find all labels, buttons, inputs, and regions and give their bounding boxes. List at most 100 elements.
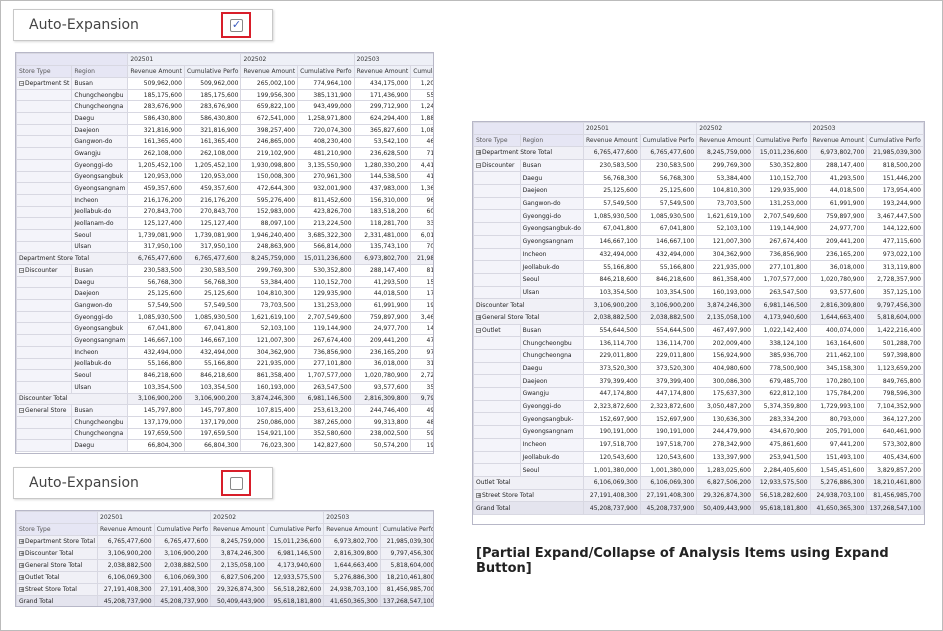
cumulative-header: Cumulative Perfo [266,523,325,536]
auto-expansion-checkbox-highlight[interactable] [221,470,251,496]
expand-toggle-icon[interactable]: − [476,163,481,169]
value-cell: 12,933,575,500 [266,571,325,584]
value-cell: 622,812,100 [752,387,811,401]
value-cell: 288,147,400 [809,158,868,173]
value-cell: 477,115,600 [866,234,924,249]
expand-toggle-icon[interactable]: + [19,563,24,569]
value-cell: 202,009,400 [696,336,754,350]
store-type-cell[interactable]: −Outlet [473,323,521,338]
expand-toggle-icon[interactable]: + [19,539,24,545]
store-type-total-label[interactable]: +Department Store Total [473,146,584,160]
value-cell: 2,323,872,600 [582,399,641,414]
region-cell: Daejeon [519,184,584,198]
data-row: Gwangju 447,174,800 447,174,800 175,637,300… [473,387,924,401]
expand-toggle-icon[interactable]: + [19,587,24,593]
caption: [Partial Expand/Collapse of Analysis Ite… [476,546,889,576]
store-type-total-label[interactable]: Outlet Total [473,475,584,490]
expand-toggle-icon[interactable]: + [476,492,481,498]
store-type-cell[interactable]: −Discounter [473,158,521,173]
value-cell: 486,578,800 [410,415,433,429]
data-row: Gangwon-do 161,365,400 161,365,400 246,865,… [16,135,433,149]
store-type-cell [16,158,73,172]
store-type-total-label[interactable]: Grand Total [473,501,584,515]
expand-toggle-icon[interactable]: + [19,551,24,557]
grand-total-row: Grand Total 45,208,737,900 45,208,737,900 5… [16,595,433,606]
store-type-total-label[interactable]: +Department Store Total [16,535,98,548]
auto-expansion-checkbox-highlight[interactable]: ✓ [221,12,251,38]
store-type-total-label[interactable]: Department Store Total [16,252,129,265]
value-cell: 120,543,600 [582,450,641,465]
expand-toggle-icon[interactable]: − [19,408,24,414]
value-cell: 190,191,000 [582,425,641,439]
value-cell: 846,218,600 [582,272,641,287]
expand-toggle-icon[interactable]: − [476,327,481,333]
value-cell: 29,326,874,300 [696,488,754,503]
region-field[interactable]: Region [519,134,584,147]
value-cell: 849,765,800 [866,374,924,389]
expand-toggle-icon[interactable]: + [19,575,24,581]
data-row: Gyeongsangnam 146,667,100 146,667,100 121,0… [473,234,924,249]
store-type-total-label[interactable]: +Outlet Total [16,571,98,584]
value-cell: 846,218,600 [127,369,185,382]
expand-toggle-icon[interactable]: − [19,267,24,273]
store-type-total-label[interactable]: +General Store Total [473,310,584,325]
value-cell: 679,485,700 [752,374,811,389]
value-cell: 338,124,100 [752,336,811,350]
value-cell: 150,008,300 [240,170,299,184]
value-cell: 244,746,400 [353,404,412,417]
value-cell: 44,018,500 [353,287,412,301]
store-type-total-label[interactable]: +Street Store Total [473,488,584,503]
auto-expansion-label: Auto-Expansion [29,475,139,491]
store-type-total-label[interactable]: Discounter Total [473,298,584,312]
expand-toggle-icon[interactable]: + [476,150,481,156]
data-row: −Outlet Busan 554,644,500 554,644,500 467,49… [473,323,924,338]
value-cell: 57,549,500 [639,196,698,211]
checkbox-checked-icon[interactable]: ✓ [230,19,243,32]
region-cell: Ulsan [71,380,129,394]
checkbox-unchecked-icon[interactable] [230,477,243,490]
store-type-cell [473,450,521,465]
value-cell: 61,991,900 [353,299,412,312]
region-cell: Daejeon [71,287,129,301]
store-type-cell[interactable]: −General Store [16,404,73,417]
region-cell: Gyeongsangbuk- [519,412,584,427]
value-cell: 345,158,300 [809,361,868,376]
store-type-cell[interactable]: −Department St [16,77,73,90]
value-cell: 24,977,700 [809,222,868,236]
value-cell: 2,038,882,500 [582,310,641,325]
store-type-cell [16,170,73,184]
region-field[interactable]: Region [71,65,129,78]
value-cell: 973,022,100 [866,247,924,262]
region-cell: Gyeonggi-do [71,158,129,172]
store-type-total-label[interactable]: +General Store Total [16,559,98,572]
store-type-field[interactable]: Store Type [473,134,521,147]
data-row: Gyeongsangnam 146,667,100 146,667,100 121,0… [16,334,433,347]
value-cell: 216,176,200 [127,193,185,207]
store-type-field[interactable]: Store Type [16,523,98,536]
store-type-total-label[interactable]: +Discounter Total [16,547,98,560]
auto-expansion-panel-checked: Auto-Expansion ✓ [13,9,273,41]
data-row: Chungcheongbu 137,179,000 137,179,000 250,0… [16,415,433,429]
value-cell: 230,583,500 [127,264,185,277]
cumulative-header: Cumulative Perfo [410,65,433,78]
value-cell: 238,002,500 [353,427,412,441]
store-type-cell [16,135,73,149]
store-type-field[interactable]: Store Type [16,65,73,78]
data-row: Jeollanam-do 125,127,400 125,127,400 88,097… [16,217,433,230]
data-row: Daegu 56,768,300 56,768,300 53,384,400 110,1… [16,275,433,289]
measure-header-row: Store Type Region Revenue Amount Cumulative… [16,65,433,78]
store-type-total-label[interactable]: +Street Store Total [16,583,98,596]
expand-toggle-icon[interactable]: − [19,80,24,86]
expand-toggle-icon[interactable]: + [476,315,481,321]
store-type-cell[interactable]: −Discounter [16,264,73,277]
value-cell: 137,268,547,100 [866,501,924,515]
value-cell: 408,230,400 [297,135,355,149]
value-cell: 6,973,802,700 [323,535,381,548]
value-cell: 103,354,500 [127,380,185,394]
value-cell: 136,114,700 [582,336,641,350]
store-type-cell [473,349,521,363]
store-type-total-label[interactable]: Discounter Total [16,392,129,406]
value-cell: 2,816,309,800 [809,298,868,312]
region-cell: Daegu [71,275,129,289]
value-cell: 197,518,700 [639,437,698,452]
